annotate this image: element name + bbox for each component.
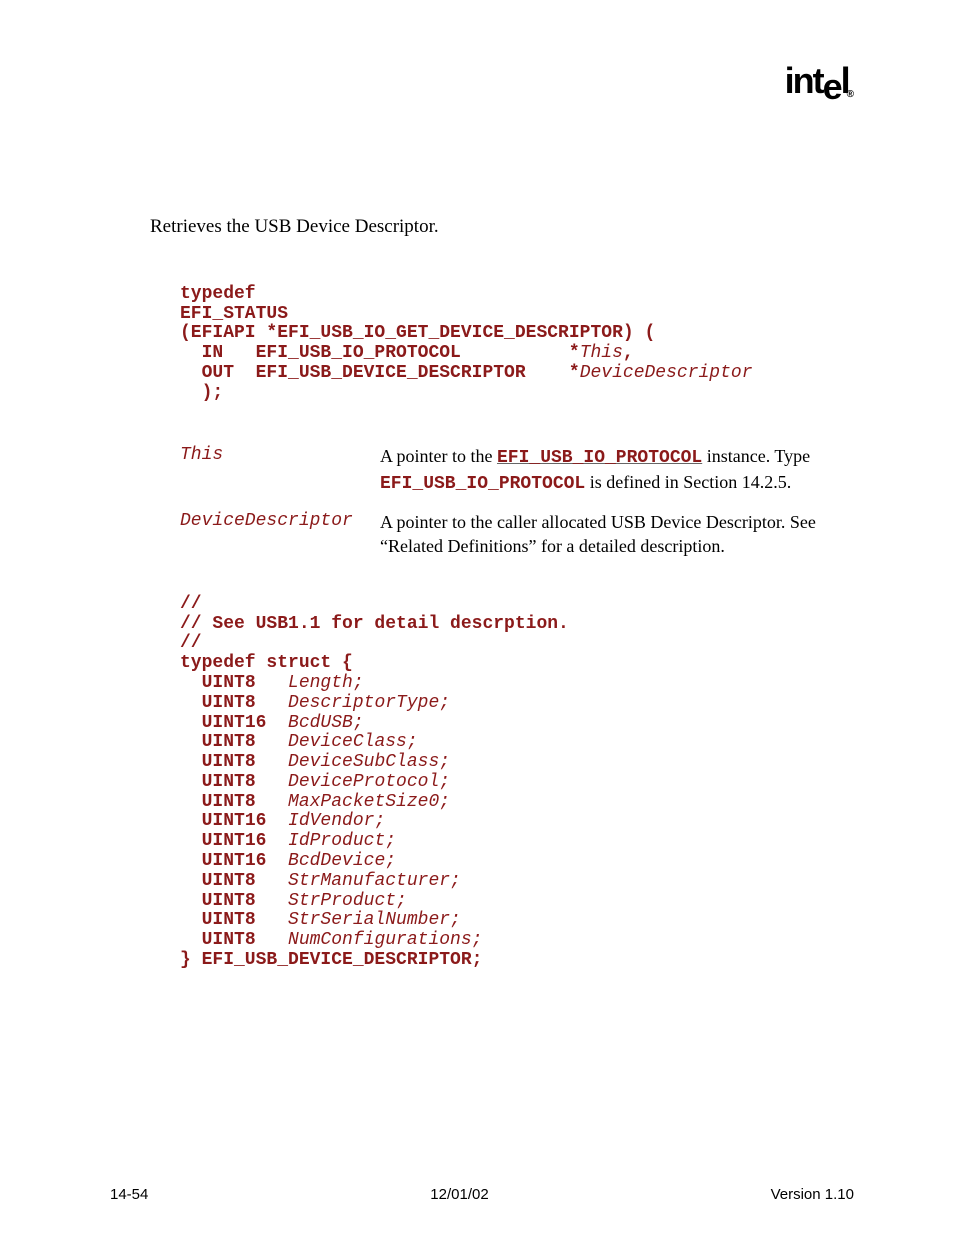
- proto-l6: );: [180, 383, 223, 403]
- prototype-block: typedef EFI_STATUS (EFIAPI *EFI_USB_IO_G…: [180, 285, 855, 404]
- struct-comment: //: [180, 633, 202, 653]
- proto-l5star: *: [569, 363, 580, 383]
- footer-left: 14-54: [110, 1186, 148, 1203]
- footer-right: Version 1.10: [771, 1186, 854, 1203]
- intel-logo: intel®: [785, 60, 854, 102]
- struct-tail: } EFI_USB_DEVICE_DESCRIPTOR;: [180, 950, 482, 970]
- proto-l5kw: OUT EFI_USB_DEVICE_DESCRIPTOR: [180, 363, 569, 383]
- struct-comment: // See USB1.1 for detail descrption.: [180, 614, 569, 634]
- param-desc-text: A pointer to the: [380, 446, 497, 466]
- param-desc: A pointer to the EFI_USB_IO_PROTOCOL ins…: [380, 444, 855, 497]
- proto-l4kw: IN EFI_USB_IO_PROTOCOL: [180, 343, 569, 363]
- param-desc-text: instance. Type: [702, 446, 810, 466]
- param-desc-code: EFI_USB_IO_PROTOCOL: [380, 474, 585, 494]
- summary-text: Retrieves the USB Device Descriptor.: [150, 215, 855, 239]
- page-footer: 14-54 12/01/02 Version 1.10: [110, 1186, 854, 1203]
- param-desc: A pointer to the caller allocated USB De…: [380, 510, 855, 559]
- struct-head: typedef struct {: [180, 653, 353, 673]
- footer-center: 12/01/02: [430, 1186, 488, 1203]
- param-name: This: [180, 444, 380, 467]
- param-row: DeviceDescriptor A pointer to the caller…: [180, 510, 855, 559]
- page: intel® Retrieves the USB Device Descript…: [0, 0, 954, 1235]
- struct-block: // // See USB1.1 for detail descrption. …: [180, 595, 855, 971]
- param-desc-text: is defined in Section 14.2.5.: [585, 472, 791, 492]
- proto-l1: typedef: [180, 284, 256, 304]
- param-name: DeviceDescriptor: [180, 510, 380, 533]
- proto-l4star: *: [569, 343, 580, 363]
- proto-l3: (EFIAPI *EFI_USB_IO_GET_DEVICE_DESCRIPTO…: [180, 323, 655, 343]
- param-table: This A pointer to the EFI_USB_IO_PROTOCO…: [180, 444, 855, 559]
- body-content: Retrieves the USB Device Descriptor. typ…: [155, 215, 855, 971]
- proto-l4end: ,: [623, 343, 634, 363]
- proto-l2: EFI_STATUS: [180, 304, 288, 324]
- proto-l4it: This: [580, 343, 623, 363]
- struct-comment: //: [180, 594, 202, 614]
- param-row: This A pointer to the EFI_USB_IO_PROTOCO…: [180, 444, 855, 497]
- param-desc-code: EFI_USB_IO_PROTOCOL: [497, 448, 702, 468]
- proto-l5it: DeviceDescriptor: [580, 363, 753, 383]
